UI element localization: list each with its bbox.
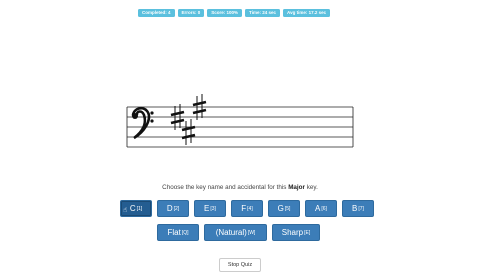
key-mode: Major: [288, 184, 305, 191]
key-button-g[interactable]: G [5]: [268, 200, 300, 217]
accidental-button-natural[interactable]: (Natural) [W]: [204, 224, 267, 241]
key-button-d[interactable]: D [2]: [157, 200, 189, 217]
hand-cursor-icon: ☝: [123, 206, 128, 214]
question-text: Choose the key name and accidental for t…: [162, 184, 318, 191]
key-button-e[interactable]: E [3]: [194, 200, 226, 217]
stat-score: Score: 100%: [207, 9, 243, 17]
stat-avg-time: Avg time: 17.2 sec: [282, 9, 331, 17]
key-buttons: C [1] D [2] E [3] F [4] G [5] A [6] B [7]: [120, 200, 374, 217]
key-button-f[interactable]: F [4]: [231, 200, 263, 217]
music-staff: [125, 94, 355, 160]
accidental-button-sharp[interactable]: Sharp [E]: [272, 224, 320, 241]
key-button-b[interactable]: B [7]: [342, 200, 374, 217]
key-button-a[interactable]: A [6]: [305, 200, 337, 217]
stat-errors: Errors: 0: [177, 9, 205, 17]
bass-clef-icon: [131, 106, 154, 140]
accidental-button-flat[interactable]: Flat [Q]: [157, 224, 199, 241]
stat-time: Time: 24 sec: [245, 9, 280, 17]
sharp-icon: [181, 119, 196, 145]
stat-completed: Completed: 4: [138, 9, 175, 17]
stats-bar: Completed: 4 Errors: 0 Score: 100% Time:…: [138, 9, 331, 19]
accidental-buttons: Flat [Q] (Natural) [W] Sharp [E]: [157, 224, 320, 241]
